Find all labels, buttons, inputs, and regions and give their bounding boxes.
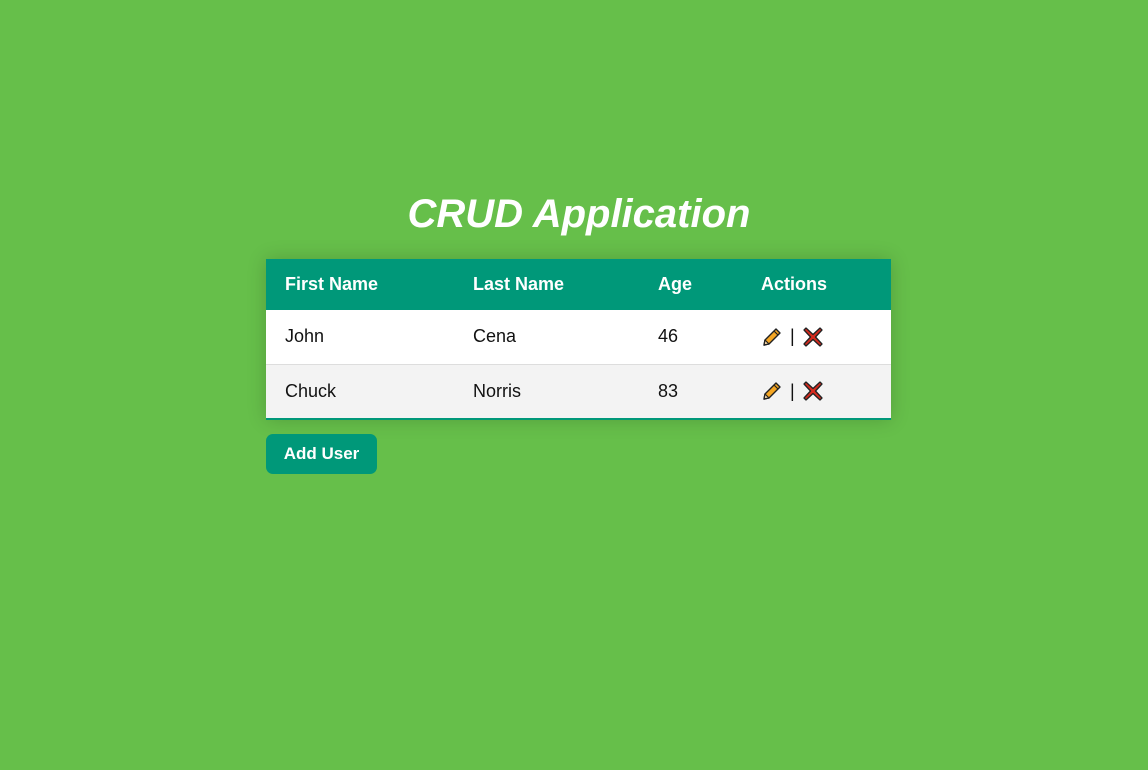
row-actions: | [761,326,891,348]
cross-mark-icon[interactable] [802,326,824,348]
cell-actions: | [742,310,891,364]
column-header-actions: Actions [761,274,828,294]
users-table-container: First Name Last Name Age Actions John Ce… [266,259,891,420]
cell-first-name: Chuck [285,380,337,401]
cell-age: 83 [658,380,679,401]
pencil-icon[interactable] [761,380,783,402]
add-user-button[interactable]: Add User [266,434,377,474]
pencil-icon[interactable] [761,326,783,348]
row-actions: | [761,380,891,402]
cell-last-name: Cena [473,326,517,347]
action-separator: | [790,380,795,401]
page-title: CRUD Application [407,192,751,236]
table-header-row: First Name Last Name Age Actions [266,259,891,310]
cell-last-name: Norris [473,380,521,401]
column-header-age: Age [658,274,693,294]
table-row: Chuck Norris 83 | [266,364,891,418]
table-body: John Cena 46 | Chuck Norris 83 | [266,310,891,418]
table-header: First Name Last Name Age Actions [266,259,891,310]
cell-actions: | [742,364,891,418]
users-table: First Name Last Name Age Actions John Ce… [266,259,891,418]
cell-first-name: John [285,326,325,347]
column-header-first-name: First Name [285,274,379,294]
cell-age: 46 [658,326,679,347]
action-separator: | [790,326,795,347]
table-row: John Cena 46 | [266,310,891,364]
cross-mark-icon[interactable] [802,380,824,402]
column-header-last-name: Last Name [473,274,565,294]
page: CRUD Application First Name Last Name Ag… [0,0,1148,770]
